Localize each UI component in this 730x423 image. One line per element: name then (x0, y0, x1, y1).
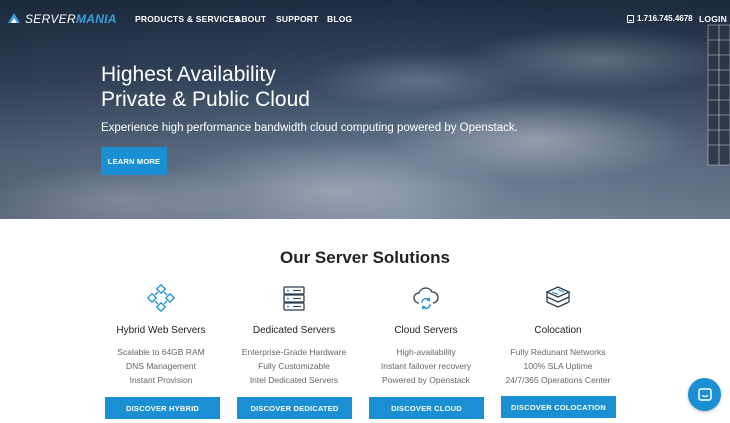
card-title: Cloud Servers (394, 325, 458, 336)
card-title: Colocation (534, 325, 582, 336)
logo-text: SERVERMANIA (25, 12, 117, 26)
solutions-title: Our Server Solutions (279, 248, 451, 267)
discover-cloud-button[interactable]: DISCOVER CLOUD (369, 397, 484, 419)
card-feature: Fully Customizable (258, 361, 330, 371)
card-feature: Intel Dedicated Servers (249, 375, 339, 385)
satellite-image (707, 24, 730, 166)
phone-link[interactable]: 1.716.745.4678 (627, 14, 693, 23)
card-feature: Fully Redunant Networks (510, 347, 606, 357)
nav-about[interactable]: ABOUT (235, 14, 266, 24)
solution-card-cloud: Cloud Servers High-availability Instant … (361, 284, 491, 387)
card-title: Hybrid Web Servers (116, 325, 206, 336)
network-nodes-icon (147, 284, 175, 312)
phone-number: 1.716.745.4678 (637, 14, 693, 23)
solution-card-dedicated: Dedicated Servers Enterprise-Grade Hardw… (229, 284, 359, 387)
card-feature: Powered by Openstack (382, 375, 470, 385)
solution-card-colocation: Colocation Fully Redunant Networks 100% … (493, 284, 623, 387)
card-feature: 100% SLA Uptime (523, 361, 593, 371)
server-rack-icon (283, 286, 305, 311)
discover-hybrid-button[interactable]: DISCOVER HYBRID (105, 397, 220, 419)
discover-colocation-button[interactable]: DISCOVER COLOCATION (501, 396, 616, 418)
top-navigation: SERVERMANIA PRODUCTS & SERVICES ABOUT SU… (0, 0, 730, 38)
hero-title-line-2: Private & Public Cloud (101, 88, 310, 111)
logo-mark-icon (8, 13, 20, 23)
discover-dedicated-button[interactable]: DISCOVER DEDICATED (237, 397, 352, 419)
servermania-logo[interactable]: SERVERMANIA (6, 10, 117, 28)
cloud-sync-icon (413, 287, 439, 310)
card-feature: Enterprise-Grade Hardware (241, 347, 347, 357)
learn-more-button[interactable]: LEARN MORE (101, 147, 167, 175)
hero-title-line-1: Highest Availability (101, 63, 276, 86)
hero-title: Highest Availability Private & Public Cl… (101, 62, 501, 112)
card-feature: 24/7/365 Operations Center (505, 375, 611, 385)
nav-support[interactable]: SUPPORT (276, 14, 319, 24)
card-feature: High-availability (396, 347, 456, 357)
card-feature: Instant failover recovery (380, 361, 472, 371)
phone-icon (627, 14, 634, 23)
solution-card-hybrid: Hybrid Web Servers Scalable to 64GB RAM … (96, 284, 226, 387)
card-feature: Scalable to 64GB RAM (117, 347, 205, 357)
card-feature: DNS Management (126, 361, 196, 371)
chat-launcher-button[interactable] (688, 378, 721, 411)
nav-products-services[interactable]: PRODUCTS & SERVICES (135, 14, 240, 24)
chat-bubble-icon (697, 387, 712, 401)
card-title: Dedicated Servers (252, 325, 336, 336)
hero-subtitle: Experience high performance bandwidth cl… (101, 122, 518, 134)
card-feature: Instant Provision (129, 375, 193, 385)
nav-blog[interactable]: BLOG (327, 14, 352, 24)
stacked-layers-icon (545, 286, 571, 308)
login-link[interactable]: LOGIN (699, 14, 727, 24)
